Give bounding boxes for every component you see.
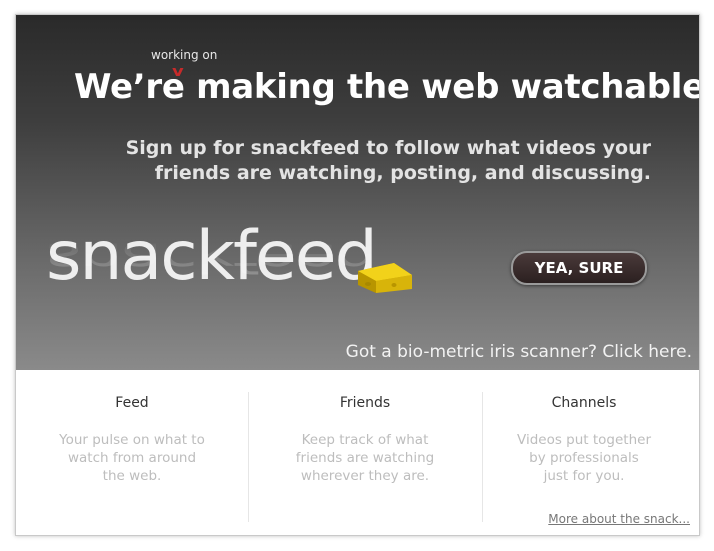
feature-title: Channels: [551, 395, 617, 411]
feature-description: Videos put together by professionals jus…: [488, 431, 680, 485]
description-line: Your pulse on what to: [59, 432, 205, 448]
description-line: friends are watching: [295, 450, 435, 466]
annotation-text: working on: [151, 48, 218, 62]
hero-banner: working on v We’re making the web watcha…: [16, 15, 699, 370]
feature-channels: Channels Videos put together by professi…: [468, 370, 699, 535]
feature-feed: Feed Your pulse on what to watch from ar…: [16, 370, 248, 535]
description-line: watch from around: [67, 450, 197, 466]
cheese-icon: [358, 263, 412, 293]
logo-reflection: snackfeed: [46, 233, 376, 281]
feature-description: Keep track of what friends are watching …: [269, 431, 461, 485]
feature-title: Feed: [115, 395, 149, 411]
feature-friends: Friends Keep track of what friends are w…: [249, 370, 481, 535]
headline: We’re making the web watchable.: [74, 67, 699, 107]
more-about-link[interactable]: More about the snack...: [548, 512, 690, 526]
subheadline: Sign up for snackfeed to follow what vid…: [111, 136, 651, 186]
subhead-line-1: Sign up for snackfeed to follow what vid…: [125, 137, 651, 159]
description-line: Videos put together: [517, 432, 651, 448]
description-line: wherever they are.: [300, 468, 430, 484]
landing-frame: working on v We’re making the web watcha…: [15, 14, 700, 536]
feature-description: Your pulse on what to watch from around …: [36, 431, 228, 485]
feature-title: Friends: [339, 395, 391, 411]
description-line: the web.: [102, 468, 162, 484]
description-line: Keep track of what: [301, 432, 429, 448]
description-line: just for you.: [543, 468, 625, 484]
iris-scanner-link[interactable]: Got a bio-metric iris scanner? Click her…: [346, 342, 692, 362]
signup-button[interactable]: YEA, SURE: [511, 251, 647, 285]
subhead-line-2: friends are watching, posting, and discu…: [154, 162, 651, 184]
features-section: Feed Your pulse on what to watch from ar…: [16, 370, 699, 535]
description-line: by professionals: [529, 450, 639, 466]
